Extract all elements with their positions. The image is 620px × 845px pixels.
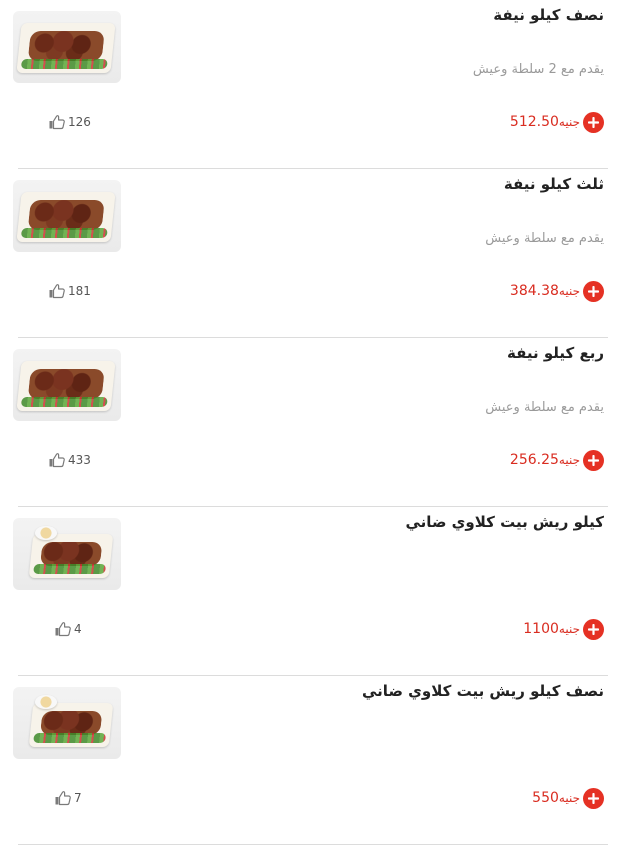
add-to-cart-button[interactable] <box>583 111 604 133</box>
plus-icon <box>588 454 599 466</box>
menu-item[interactable]: ثلث كيلو نيفة يقدم مع سلطة وعيش 384.38جن… <box>0 169 620 338</box>
price-value: 512.50 <box>509 114 559 130</box>
like-count: 126 <box>68 115 91 129</box>
like-count: 181 <box>68 284 91 298</box>
price-value: 384.38 <box>509 283 559 299</box>
item-title: ثلث كيلو نيفة <box>503 175 604 193</box>
item-image[interactable] <box>13 518 121 590</box>
like-button[interactable]: 7 <box>54 790 82 806</box>
add-to-cart-button[interactable] <box>583 787 604 809</box>
plus-icon <box>588 285 599 297</box>
menu-item[interactable]: كيلو ريش بيت كلاوي ضاني 1100جنيه 4 <box>0 507 620 676</box>
item-description: يقدم مع سلطة وعيش <box>485 231 604 246</box>
item-title: نصف كيلو ريش بيت كلاوي ضاني <box>362 682 604 700</box>
like-button[interactable]: 433 <box>48 452 91 468</box>
item-price: 512.50جنيه <box>510 114 580 130</box>
item-image[interactable] <box>13 349 121 421</box>
like-button[interactable]: 4 <box>54 621 82 637</box>
like-count: 7 <box>74 791 82 805</box>
price-row: 550جنيه <box>532 787 604 809</box>
item-title: ربع كيلو نيفة <box>507 344 604 362</box>
item-description: يقدم مع 2 سلطة وعيش <box>472 62 604 77</box>
price-row: 512.50جنيه <box>510 111 604 133</box>
add-to-cart-button[interactable] <box>583 618 604 640</box>
menu-item[interactable]: نصف كيلو ريش بيت كلاوي ضاني 550جنيه 7 <box>0 676 620 845</box>
currency-label: جنيه <box>558 622 580 636</box>
like-count: 4 <box>74 622 82 636</box>
item-title: نصف كيلو نيفة <box>493 6 604 24</box>
menu-list: نصف كيلو نيفة يقدم مع 2 سلطة وعيش 512.50… <box>0 0 620 845</box>
menu-item[interactable]: نصف كيلو نيفة يقدم مع 2 سلطة وعيش 512.50… <box>0 0 620 169</box>
item-price: 550جنيه <box>532 790 580 806</box>
thumbs-up-icon <box>55 791 71 806</box>
item-image[interactable] <box>13 180 121 252</box>
item-description: يقدم مع سلطة وعيش <box>485 400 604 415</box>
plus-icon <box>588 792 599 804</box>
thumbs-up-icon <box>49 453 65 468</box>
currency-label: جنيه <box>558 284 580 298</box>
item-price: 256.25جنيه <box>510 452 580 468</box>
currency-label: جنيه <box>558 453 580 467</box>
menu-item[interactable]: ربع كيلو نيفة يقدم مع سلطة وعيش 256.25جن… <box>0 338 620 507</box>
price-value: 550 <box>532 790 559 806</box>
item-image[interactable] <box>13 687 121 759</box>
item-title: كيلو ريش بيت كلاوي ضاني <box>405 513 605 531</box>
price-row: 384.38جنيه <box>510 280 604 302</box>
like-button[interactable]: 181 <box>48 283 91 299</box>
price-value: 1100 <box>523 621 559 637</box>
price-row: 1100جنيه <box>523 618 604 640</box>
currency-label: جنيه <box>558 791 580 805</box>
plus-icon <box>588 623 599 635</box>
plus-icon <box>588 116 599 128</box>
item-price: 384.38جنيه <box>510 283 580 299</box>
thumbs-up-icon <box>55 622 71 637</box>
add-to-cart-button[interactable] <box>583 449 604 471</box>
like-button[interactable]: 126 <box>48 114 91 130</box>
thumbs-up-icon <box>49 115 65 130</box>
add-to-cart-button[interactable] <box>583 280 604 302</box>
item-image[interactable] <box>13 11 121 83</box>
thumbs-up-icon <box>49 284 65 299</box>
currency-label: جنيه <box>558 115 580 129</box>
item-price: 1100جنيه <box>523 621 580 637</box>
price-value: 256.25 <box>509 452 559 468</box>
price-row: 256.25جنيه <box>510 449 604 471</box>
like-count: 433 <box>68 453 91 467</box>
